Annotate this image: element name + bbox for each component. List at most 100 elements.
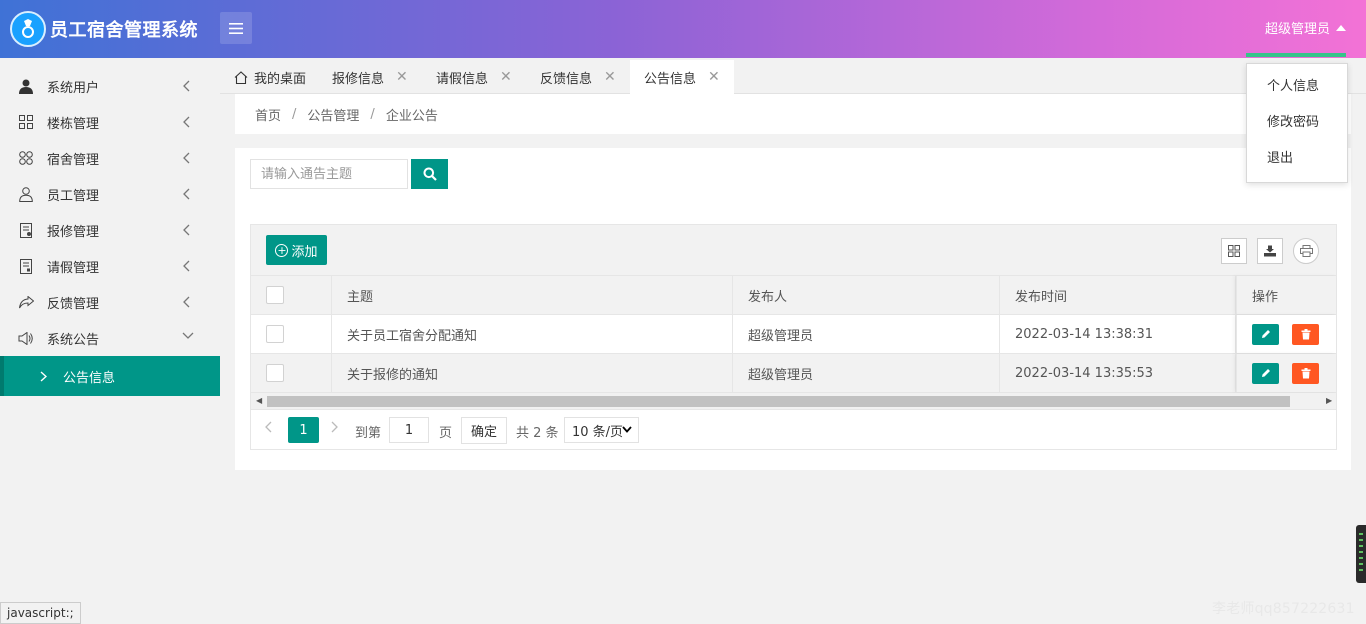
page-label: 页 — [439, 426, 453, 441]
columns-filter-button[interactable] — [1221, 238, 1247, 264]
trash-icon — [1301, 367, 1310, 378]
header-select-cell — [251, 276, 332, 314]
side-widget[interactable] — [1356, 525, 1366, 583]
sidebar-item-label: 反馈管理 — [47, 296, 100, 312]
sidebar-item-feedback[interactable]: 反馈管理 — [0, 284, 220, 320]
chevron-left-icon — [183, 296, 190, 308]
tab-bar: 我的桌面 报修信息 ✕ 请假信息 ✕ 反馈信息 ✕ 公告信息 ✕ — [220, 58, 1366, 94]
table-row: 关于员工宿舍分配通知 超级管理员 2022-03-14 13:38:31 — [251, 315, 1336, 354]
goto-page-input[interactable] — [389, 417, 429, 443]
sidebar-item-repairs[interactable]: 报修管理 — [0, 212, 220, 248]
tab-feedback-info[interactable]: 反馈信息 ✕ — [540, 60, 616, 94]
close-icon[interactable]: ✕ — [604, 69, 616, 85]
sidebar-item-label: 系统用户 — [47, 80, 100, 96]
horizontal-scrollbar[interactable]: ◀ ▶ — [251, 393, 1336, 409]
scroll-right-arrow-icon[interactable]: ▶ — [1326, 396, 1332, 405]
close-icon[interactable]: ✕ — [708, 69, 720, 85]
close-icon[interactable]: ✕ — [500, 69, 512, 85]
row-checkbox[interactable] — [266, 325, 284, 343]
scroll-left-arrow-icon[interactable]: ◀ — [256, 396, 262, 405]
user-menu[interactable]: 超级管理员 — [1265, 18, 1346, 37]
dropdown-item-change-password[interactable]: 修改密码 — [1247, 105, 1347, 141]
top-header: 员工宿舍管理系统 超级管理员 — [0, 0, 1366, 58]
plus-circle-icon: + — [275, 243, 289, 257]
column-header[interactable]: 发布人 — [733, 276, 1000, 314]
sidebar-item-label: 楼栋管理 — [47, 116, 100, 132]
prev-page-icon[interactable] — [265, 421, 272, 437]
grid-icon — [18, 114, 34, 130]
tab-leave-info[interactable]: 请假信息 ✕ — [436, 60, 512, 94]
chevron-down-icon — [182, 332, 194, 339]
chevron-left-icon — [183, 80, 190, 92]
sidebar-item-employees[interactable]: 员工管理 — [0, 176, 220, 212]
breadcrumb-separator: / — [370, 106, 375, 122]
select-all-checkbox[interactable] — [266, 286, 284, 304]
edit-button[interactable] — [1252, 323, 1279, 345]
row-select-cell — [251, 354, 332, 392]
cell-time: 2022-03-14 13:35:53 — [1000, 354, 1236, 392]
dropdown-item-profile[interactable]: 个人信息 — [1247, 69, 1347, 105]
chevron-left-icon — [183, 152, 190, 164]
edit-button[interactable] — [1252, 362, 1279, 384]
chevron-left-icon — [183, 224, 190, 236]
column-header[interactable]: 主题 — [332, 276, 733, 314]
cell-title: 关于报修的通知 — [332, 354, 733, 392]
breadcrumb-separator: / — [292, 106, 297, 122]
tab-label: 公告信息 — [644, 71, 697, 87]
scrollbar-thumb[interactable] — [267, 396, 1290, 407]
delete-button[interactable] — [1292, 323, 1319, 345]
user-dropdown: 个人信息 修改密码 退出 — [1246, 63, 1348, 183]
table-row: 关于报修的通知 超级管理员 2022-03-14 13:35:53 — [251, 354, 1336, 393]
next-page-icon[interactable] — [331, 421, 338, 437]
chevron-left-icon — [183, 116, 190, 128]
search-icon — [423, 167, 437, 181]
chevron-left-icon — [183, 260, 190, 272]
sidebar-subitem-announcement-info[interactable]: 公告信息 — [0, 356, 220, 396]
delete-button[interactable] — [1292, 362, 1319, 384]
row-checkbox[interactable] — [266, 364, 284, 382]
sidebar-item-dorms[interactable]: 宿舍管理 — [0, 140, 220, 176]
print-button[interactable] — [1293, 238, 1319, 264]
page-size-select[interactable]: 10 条/页 — [564, 417, 639, 443]
person-icon — [18, 186, 34, 202]
add-button[interactable]: + 添加 — [266, 235, 327, 265]
tab-label: 报修信息 — [332, 71, 385, 87]
total-count: 共 2 条 — [516, 426, 559, 441]
sidebar-item-leave[interactable]: 请假管理 — [0, 248, 220, 284]
tab-label: 我的桌面 — [254, 71, 307, 87]
watermark: 李老师qq857222631 — [1212, 601, 1355, 617]
table-toolbar: + 添加 — [251, 225, 1336, 276]
breadcrumb-home[interactable]: 首页 — [255, 105, 281, 124]
trash-icon — [1301, 328, 1310, 339]
goto-confirm-button[interactable]: 确定 — [461, 417, 507, 444]
sidebar-item-buildings[interactable]: 楼栋管理 — [0, 104, 220, 140]
cell-time: 2022-03-14 13:38:31 — [1000, 315, 1236, 353]
sidebar-item-system-users[interactable]: 系统用户 — [0, 68, 220, 104]
search-input[interactable] — [250, 159, 408, 189]
dropdown-item-logout[interactable]: 退出 — [1247, 141, 1347, 177]
logo-icon — [10, 11, 46, 47]
chevron-down-icon — [622, 426, 632, 433]
tab-label: 请假信息 — [436, 71, 489, 87]
tab-repair-info[interactable]: 报修信息 ✕ — [332, 60, 408, 94]
data-table: + 添加 主题 发布人 发布时间 操作 关于员工宿舍分配通知 超级管理员 202… — [250, 224, 1337, 450]
sidebar-item-announcements[interactable]: 系统公告 — [0, 320, 220, 356]
tab-announcement-info[interactable]: 公告信息 ✕ — [630, 60, 734, 94]
tab-desktop[interactable]: 我的桌面 — [234, 60, 306, 94]
menu-toggle-button[interactable] — [220, 12, 252, 44]
form-icon — [18, 258, 34, 274]
page-size-value: 10 条/页 — [572, 424, 624, 440]
search-button[interactable] — [411, 159, 448, 189]
sidebar: 系统用户 楼栋管理 宿舍管理 员工管理 报修管理 请假管理 反馈管理 系统公告 … — [0, 58, 220, 624]
export-button[interactable] — [1257, 238, 1283, 264]
column-header[interactable]: 发布时间 — [1000, 276, 1236, 314]
print-icon — [1299, 245, 1313, 257]
breadcrumb-item[interactable]: 公告管理 — [307, 105, 359, 124]
close-icon[interactable]: ✕ — [396, 69, 408, 85]
row-select-cell — [251, 315, 332, 353]
sidebar-subitem-label: 公告信息 — [63, 370, 116, 386]
page-button-current[interactable]: 1 — [288, 417, 319, 443]
pencil-icon — [1261, 330, 1270, 338]
browser-status-tooltip: javascript:; — [0, 602, 81, 624]
user-name: 超级管理员 — [1264, 22, 1330, 37]
